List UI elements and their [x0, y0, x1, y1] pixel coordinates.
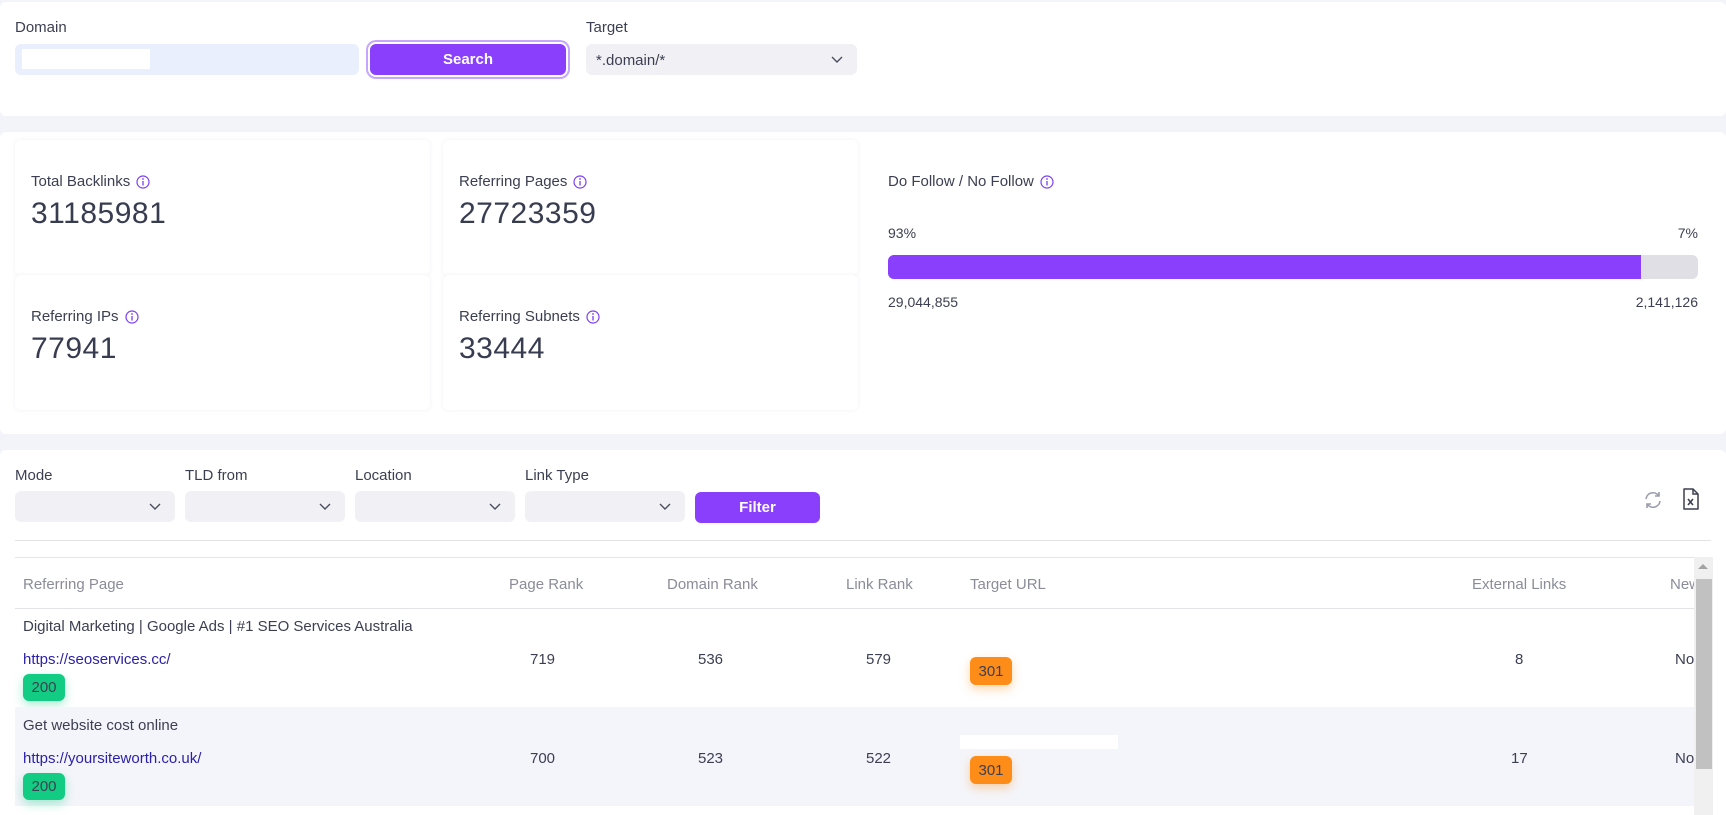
stat-title: Referring Subnets	[459, 308, 580, 325]
chevron-down-icon	[659, 503, 671, 510]
chevron-down-icon	[149, 503, 161, 510]
column-header-target-url[interactable]: Target URL	[970, 576, 1046, 593]
redacted-target-url	[960, 735, 1118, 749]
redacted-domain-value	[22, 49, 150, 69]
column-header-referring-page[interactable]: Referring Page	[23, 576, 124, 593]
nofollow-count: 2,141,126	[1635, 294, 1698, 310]
tld-label: TLD from	[185, 467, 248, 484]
new-value: No	[1675, 750, 1694, 767]
stat-card-referring-ips: Referring IPs 77941	[15, 275, 430, 410]
stat-value: 77941	[31, 332, 117, 365]
search-button[interactable]: Search	[370, 44, 566, 75]
link-type-select[interactable]	[525, 491, 685, 522]
domain-rank: 536	[698, 651, 724, 668]
target-status-badge: 301	[970, 657, 1012, 685]
chevron-down-icon	[489, 503, 501, 510]
dofollow-bar-fill	[888, 255, 1642, 279]
refresh-icon[interactable]	[1642, 489, 1664, 511]
table-row	[15, 707, 1695, 806]
column-header-external-links[interactable]: External Links	[1472, 576, 1566, 593]
location-label: Location	[355, 467, 412, 484]
external-links: 17	[1511, 750, 1528, 767]
new-value: No	[1675, 651, 1694, 668]
mode-label: Mode	[15, 467, 53, 484]
external-links: 8	[1515, 651, 1524, 668]
referring-page-url[interactable]: https://yoursiteworth.co.uk/	[23, 750, 201, 767]
column-header-new-text: New	[1670, 576, 1694, 593]
stat-card-referring-subnets: Referring Subnets 33444	[443, 275, 858, 410]
referring-page-url[interactable]: https://seoservices.cc/	[23, 651, 171, 668]
follow-title: Do Follow / No Follow	[888, 173, 1034, 190]
info-icon[interactable]	[573, 174, 588, 189]
domain-input[interactable]	[15, 44, 359, 75]
dofollow-percent: 93%	[888, 225, 917, 241]
column-header-new[interactable]: New	[1670, 576, 1694, 593]
link-type-label: Link Type	[525, 467, 589, 484]
target-label: Target	[586, 19, 628, 36]
stat-card-referring-pages: Referring Pages 27723359	[443, 140, 858, 275]
page-rank: 719	[530, 651, 556, 668]
stat-title: Referring IPs	[31, 308, 119, 325]
referring-page-title: Digital Marketing | Google Ads | #1 SEO …	[23, 618, 413, 635]
search-panel: Domain Search Target *.domain/*	[0, 2, 1726, 116]
info-icon[interactable]	[1040, 174, 1054, 189]
info-icon[interactable]	[136, 174, 150, 189]
mode-select[interactable]	[15, 491, 175, 522]
link-rank: 579	[866, 651, 892, 668]
new-value-text: No	[1675, 651, 1694, 668]
scrollbar-thumb[interactable]	[1696, 579, 1712, 769]
domain-rank: 523	[698, 750, 724, 767]
stat-title: Referring Pages	[459, 173, 568, 190]
info-icon[interactable]	[124, 309, 139, 324]
column-header-domain-rank[interactable]: Domain Rank	[667, 576, 758, 593]
info-icon[interactable]	[586, 309, 600, 324]
divider	[15, 540, 1711, 541]
table-top-border	[15, 557, 1695, 558]
target-select-value: *.domain/*	[596, 52, 666, 69]
column-header-page-rank[interactable]: Page Rank	[509, 576, 583, 593]
status-badge: 200	[23, 773, 65, 800]
filter-button[interactable]: Filter	[695, 492, 820, 523]
status-badge: 200	[23, 674, 65, 701]
stat-card-total-backlinks: Total Backlinks 31185981	[15, 140, 430, 275]
page-rank: 700	[530, 750, 556, 767]
target-status-badge: 301	[970, 756, 1012, 784]
chevron-down-icon	[831, 56, 843, 63]
dofollow-count: 29,044,855	[888, 294, 959, 310]
excel-export-icon[interactable]	[1682, 488, 1700, 510]
target-select[interactable]: *.domain/*	[586, 44, 857, 75]
follow-progress-bar	[888, 255, 1698, 279]
stat-title: Total Backlinks	[31, 173, 131, 190]
referring-page-title: Get website cost online	[23, 717, 179, 734]
chevron-down-icon	[319, 503, 331, 510]
nofollow-percent: 7%	[1677, 225, 1698, 241]
tld-select[interactable]	[185, 491, 345, 522]
link-rank: 522	[866, 750, 892, 767]
stat-value: 33444	[459, 332, 545, 365]
location-select[interactable]	[355, 491, 515, 522]
domain-label: Domain	[15, 19, 67, 36]
scroll-up-arrow-icon[interactable]	[1698, 564, 1708, 569]
stat-value: 31185981	[31, 197, 167, 230]
stat-value: 27723359	[459, 197, 597, 230]
new-value-text: No	[1675, 750, 1694, 767]
column-header-link-rank[interactable]: Link Rank	[846, 576, 913, 593]
